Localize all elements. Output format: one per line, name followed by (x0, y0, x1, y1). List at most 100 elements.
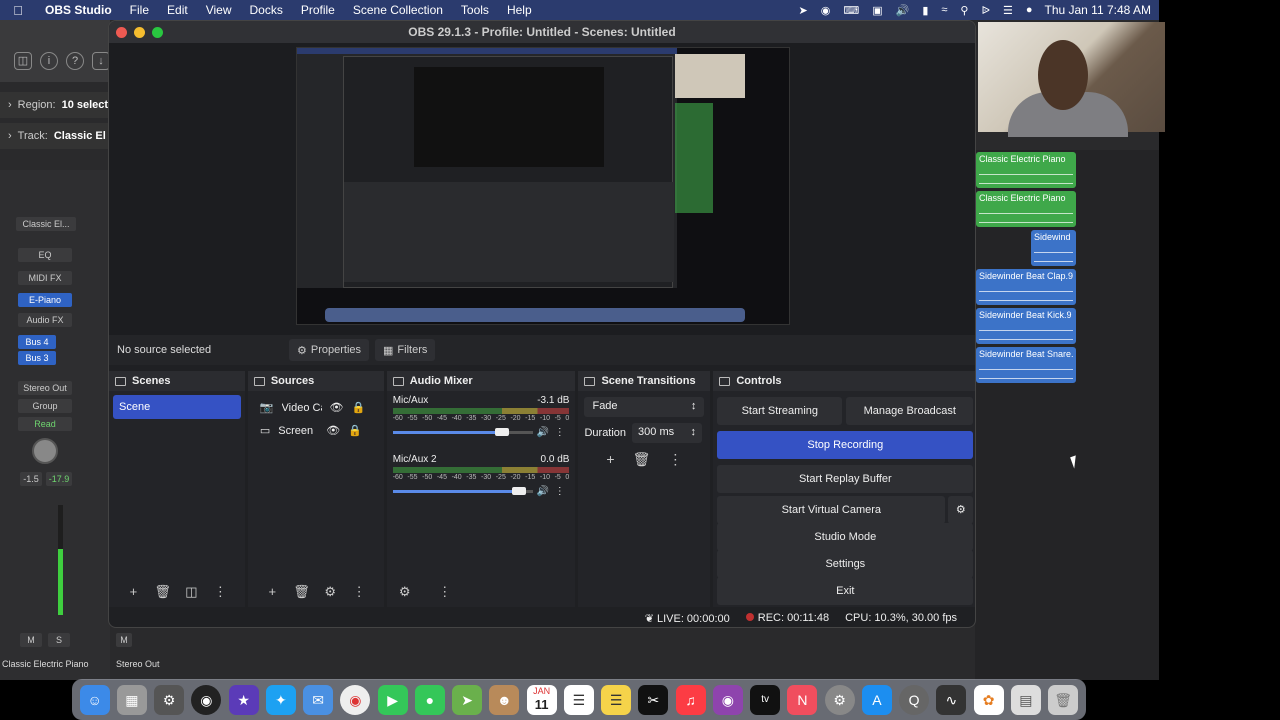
calendar-icon[interactable]: JAN 11 (526, 684, 557, 715)
mail-icon[interactable]: ✉ (303, 684, 334, 715)
more-options-icon[interactable]: ⋮ (668, 451, 682, 468)
eq-slot[interactable]: EQ (18, 248, 72, 262)
more-options-icon[interactable]: ⋮ (437, 584, 453, 600)
output-slot[interactable]: Stereo Out (18, 381, 72, 395)
automation-mode[interactable]: Read (18, 417, 72, 431)
solo-button[interactable]: S (48, 633, 70, 647)
obs-tray-icon[interactable]: ◉ (821, 4, 831, 17)
help-icon[interactable]: ? (66, 52, 84, 70)
contacts-icon[interactable]: ☻ (489, 684, 520, 715)
scene-filter-icon[interactable]: ◫ (183, 584, 199, 600)
gear-icon[interactable]: ⚙ (322, 584, 338, 600)
inspector-icon[interactable]: i (40, 52, 58, 70)
capcut-icon[interactable]: ✂ (638, 684, 669, 715)
plugin-slot[interactable]: E-Piano (18, 293, 72, 307)
notes-icon[interactable]: ☰ (601, 684, 632, 715)
news-icon[interactable]: N (787, 684, 818, 715)
group-slot[interactable]: Group (18, 399, 72, 413)
library-icon[interactable]: ◫ (14, 52, 32, 70)
location-icon[interactable]: ➤ (798, 4, 807, 17)
menu-view[interactable]: View (197, 3, 241, 17)
display-icon[interactable]: ▣ (872, 4, 882, 17)
menu-docks[interactable]: Docks (241, 3, 292, 17)
settings-app-icon[interactable]: ⚙ (154, 684, 185, 715)
keyboard-icon[interactable]: ⌨ (843, 4, 859, 17)
visibility-icon[interactable]: 👁 (326, 424, 340, 437)
photos-icon[interactable]: ✿ (973, 684, 1004, 715)
chrome-icon[interactable]: ◉ (340, 684, 371, 715)
mute-button[interactable]: M (20, 633, 42, 647)
siri-icon[interactable]: ● (1026, 4, 1033, 17)
clock[interactable]: Thu Jan 11 7:48 AM (1044, 3, 1151, 17)
midi-fx-slot[interactable]: MIDI FX (18, 271, 72, 285)
quicktime-icon[interactable]: Q (899, 684, 930, 715)
menu-help[interactable]: Help (498, 3, 541, 17)
imovie-icon[interactable]: ★ (228, 684, 259, 715)
podcasts-icon[interactable]: ◉ (712, 684, 743, 715)
exit-button[interactable]: Exit (717, 577, 974, 605)
filters-button[interactable]: ▦ Filters (375, 339, 436, 361)
maps-icon[interactable]: ➤ (452, 684, 483, 715)
volume-slider[interactable]: 🔊 ⋮ (392, 426, 570, 438)
start-replay-buffer-button[interactable]: Start Replay Buffer (717, 465, 974, 493)
region-inspector[interactable]: › Region: 10 select (0, 92, 110, 118)
apple-icon[interactable]:  (0, 3, 36, 18)
wifi-icon[interactable]: ≈ (941, 4, 947, 17)
reminders-icon[interactable]: ☰ (563, 684, 594, 715)
volume-icon[interactable]: 🔊 (896, 4, 910, 17)
studio-mode-button[interactable]: Studio Mode (717, 523, 974, 551)
source-item-video-capture[interactable]: 📷 Video Ca 👁 🔒 (248, 396, 384, 419)
messages-icon[interactable]: ● (414, 684, 445, 715)
speaker-icon[interactable]: 🔊 (537, 486, 549, 497)
music-icon[interactable]: ♫ (675, 684, 706, 715)
bluetooth-icon[interactable]: ᐉ (981, 4, 989, 17)
speaker-icon[interactable]: 🔊 (537, 427, 549, 438)
obs-icon[interactable]: ◉ (191, 684, 222, 715)
manage-broadcast-button[interactable]: Manage Broadcast (846, 397, 974, 425)
stepper-icon[interactable]: ↕ (691, 426, 697, 440)
mute-button-2[interactable]: M (116, 633, 132, 647)
region-clap[interactable]: Sidewinder Beat Clap.9 (976, 269, 1076, 305)
start-streaming-button[interactable]: Start Streaming (717, 397, 843, 425)
menu-edit[interactable]: Edit (158, 3, 197, 17)
audio-app-icon[interactable]: ∿ (936, 684, 967, 715)
menu-app-name[interactable]: OBS Studio (36, 3, 121, 17)
trash-icon[interactable]: 🗑 (154, 584, 171, 600)
region-kick[interactable]: Sidewinder Beat Kick.9 (976, 308, 1076, 344)
launchpad-icon[interactable]: ▦ (116, 684, 147, 715)
region-piano-2[interactable]: Classic Electric Piano (976, 191, 1076, 227)
region-piano-1[interactable]: Classic Electric Piano (976, 152, 1076, 188)
transition-select[interactable]: Fade ↕ (584, 397, 705, 417)
start-virtual-camera-button[interactable]: Start Virtual Camera (717, 496, 946, 524)
finder-icon[interactable]: ☺ (79, 684, 110, 715)
appletv-icon[interactable]: tv (750, 684, 781, 715)
system-preferences-icon[interactable]: ⚙ (824, 684, 855, 715)
trash-icon[interactable]: 🗑 (1048, 684, 1079, 715)
add-source-icon[interactable]: + (264, 584, 280, 600)
twitter-icon[interactable]: ✦ (265, 684, 296, 715)
more-options-icon[interactable]: ⋮ (555, 486, 565, 497)
lock-icon[interactable]: 🔒 (352, 401, 366, 414)
more-options-icon[interactable]: ⋮ (351, 584, 367, 600)
pan-knob[interactable] (32, 438, 58, 464)
track-inspector[interactable]: › Track: Classic El (0, 123, 110, 149)
properties-button[interactable]: ⚙ Properties (289, 339, 370, 361)
volume-slider[interactable]: 🔊 ⋮ (392, 485, 570, 497)
bus-send-1[interactable]: Bus 4 (18, 335, 56, 349)
add-scene-icon[interactable]: + (125, 584, 141, 600)
lock-icon[interactable]: 🔒 (348, 424, 362, 437)
more-options-icon[interactable]: ⋮ (212, 584, 228, 600)
menu-tools[interactable]: Tools (452, 3, 498, 17)
source-item-screen[interactable]: ▭ Screen 👁 🔒 (248, 419, 384, 442)
instrument-slot[interactable]: Classic El... (16, 217, 76, 231)
menu-scene-collection[interactable]: Scene Collection (344, 3, 452, 17)
battery-icon[interactable]: ▮ (922, 4, 928, 17)
appstore-icon[interactable]: A (861, 684, 892, 715)
preview-icon[interactable]: ▤ (1010, 684, 1041, 715)
duration-input[interactable]: 300 ms ↕ (632, 423, 703, 443)
advanced-audio-icon[interactable]: ⚙ (397, 584, 413, 600)
add-transition-icon[interactable]: + (606, 451, 614, 468)
stop-recording-button[interactable]: Stop Recording (717, 431, 974, 459)
menu-profile[interactable]: Profile (292, 3, 344, 17)
region-snare[interactable]: Sidewinder Beat Snare. (976, 347, 1076, 383)
